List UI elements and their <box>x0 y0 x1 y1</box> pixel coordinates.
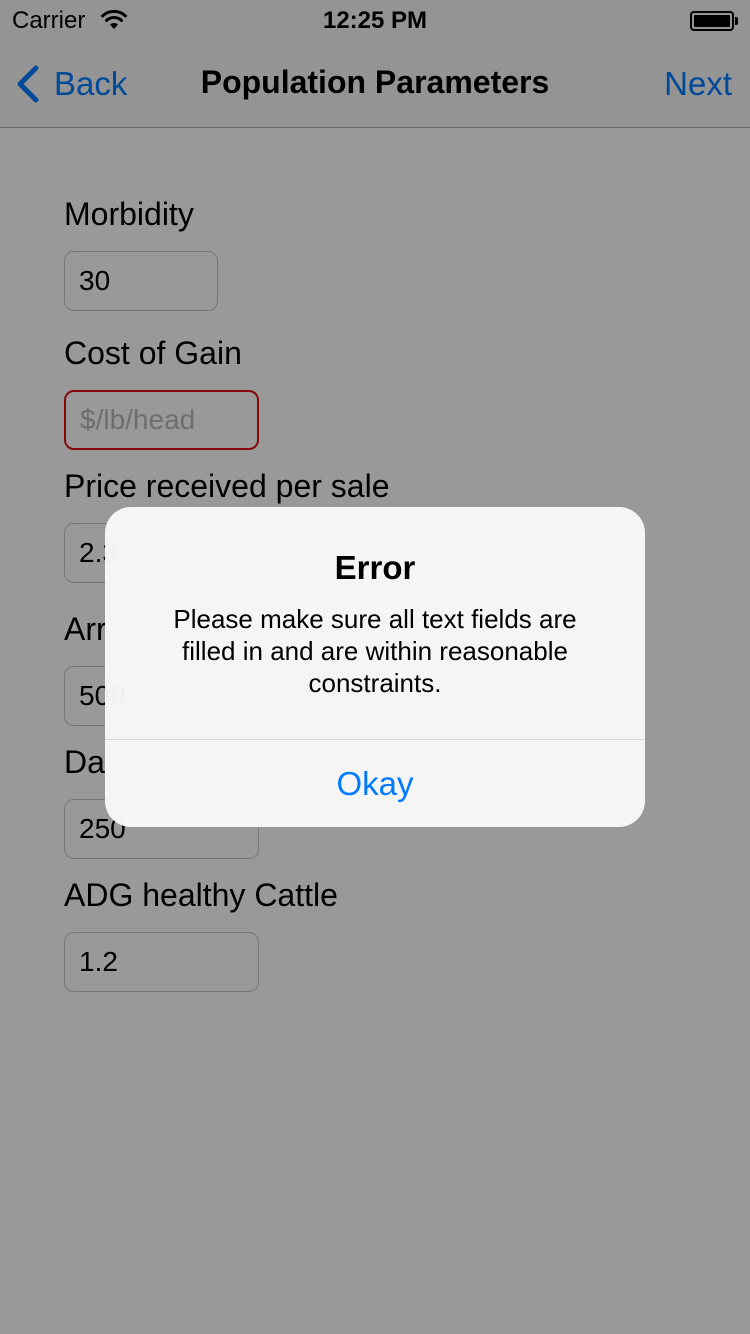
alert-message: Please make sure all text fields are fil… <box>173 604 577 698</box>
alert-title: Error <box>334 549 416 586</box>
error-alert: Error Please make sure all text fields a… <box>105 507 645 827</box>
okay-button[interactable]: Okay <box>105 740 645 827</box>
